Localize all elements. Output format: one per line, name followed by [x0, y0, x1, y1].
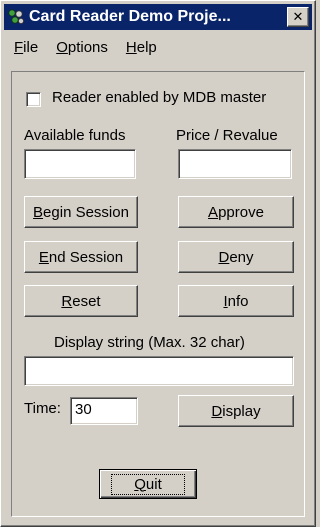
available-funds-label: Available funds: [24, 127, 126, 144]
quit-focus-rect: Quit: [111, 473, 185, 495]
display-button[interactable]: Display: [178, 395, 294, 427]
close-icon: ✕: [292, 9, 304, 25]
controls-group: Reader enabled by MDB master Available f…: [11, 71, 305, 517]
card-reader-app-icon: [7, 8, 25, 26]
menu-options[interactable]: Options: [56, 39, 108, 56]
quit-button[interactable]: Quit: [99, 469, 197, 499]
available-funds-input[interactable]: [24, 149, 136, 179]
end-session-button[interactable]: End Session: [24, 241, 138, 273]
display-string-input[interactable]: [24, 356, 294, 386]
title-bar[interactable]: Card Reader Demo Proje... ✕: [4, 4, 312, 30]
price-revalue-label: Price / Revalue: [176, 127, 278, 144]
reader-enabled-checkbox[interactable]: [26, 92, 41, 107]
app-window: Card Reader Demo Proje... ✕ File Options…: [0, 0, 316, 527]
display-string-label: Display string (Max. 32 char): [54, 334, 245, 351]
time-input[interactable]: 30: [70, 397, 138, 425]
menu-bar: File Options Help: [4, 34, 165, 60]
deny-button[interactable]: Deny: [178, 241, 294, 273]
menu-file[interactable]: File: [14, 39, 38, 56]
reader-enabled-label: Reader enabled by MDB master: [52, 89, 267, 106]
begin-session-button[interactable]: Begin Session: [24, 196, 138, 228]
price-revalue-input[interactable]: [178, 149, 292, 179]
time-label: Time:: [24, 400, 61, 417]
approve-button[interactable]: Approve: [178, 196, 294, 228]
close-button[interactable]: ✕: [287, 7, 309, 27]
reset-button[interactable]: Reset: [24, 285, 138, 317]
window-title: Card Reader Demo Proje...: [29, 8, 231, 25]
info-button[interactable]: Info: [178, 285, 294, 317]
menu-help[interactable]: Help: [126, 39, 157, 56]
